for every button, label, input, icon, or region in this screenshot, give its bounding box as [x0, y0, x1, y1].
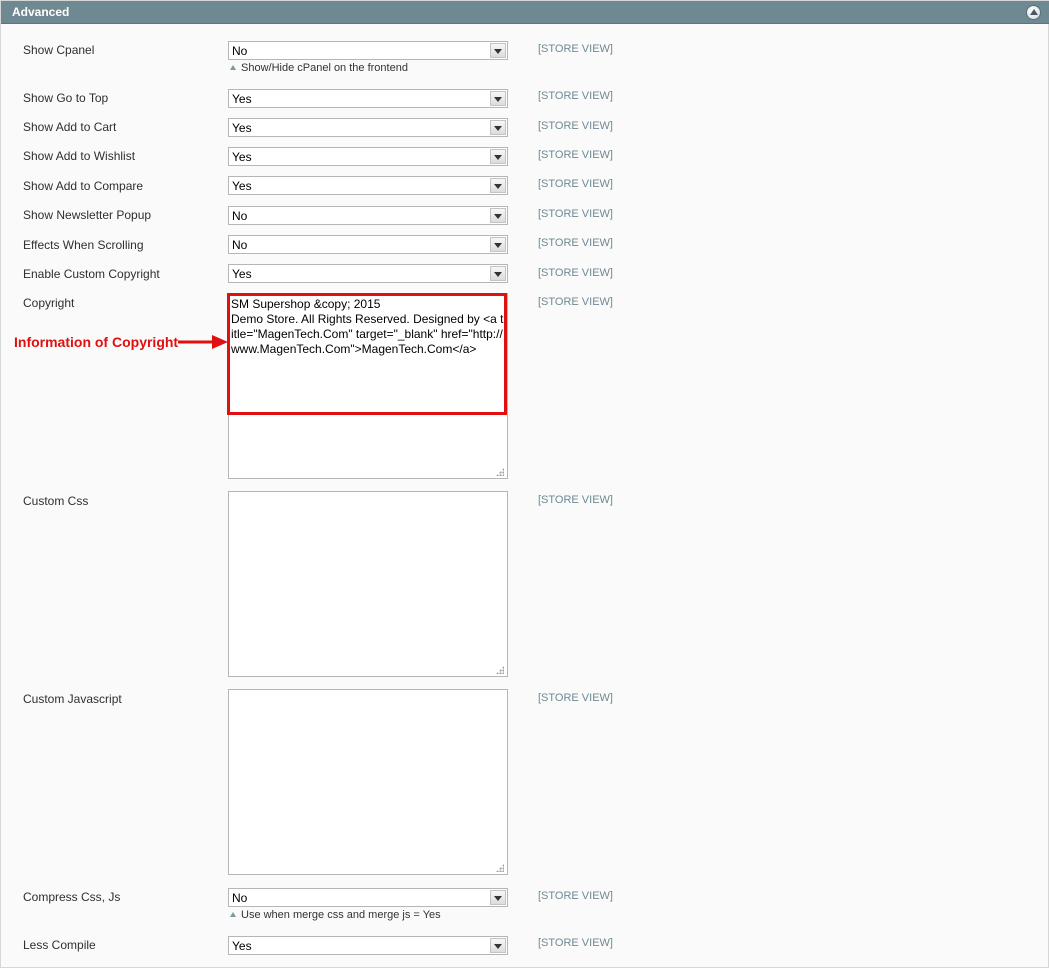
select-value: Yes — [232, 267, 252, 281]
scope-label: [STORE VIEW] — [538, 267, 613, 279]
show-add-to-cart-select[interactable]: Yes — [228, 118, 508, 137]
section-header[interactable]: Advanced — [1, 1, 1049, 24]
show-add-to-compare-label: Show Add to Compare — [23, 179, 144, 193]
compress-css-js-note: Use when merge css and merge js = Yes — [230, 909, 441, 921]
show-newsletter-popup-label: Show Newsletter Popup — [23, 208, 152, 222]
effects-when-scrolling-select[interactable]: No — [228, 235, 508, 254]
enable-custom-copyright-label: Enable Custom Copyright — [23, 267, 160, 281]
show-cpanel-note: Show/Hide cPanel on the frontend — [230, 62, 408, 74]
show-add-to-wishlist-label: Show Add to Wishlist — [23, 149, 136, 163]
scope-label: [STORE VIEW] — [538, 692, 613, 704]
enable-custom-copyright-select[interactable]: Yes — [228, 264, 508, 283]
resize-grip-icon[interactable] — [496, 468, 504, 476]
show-cpanel-select[interactable]: No — [228, 41, 508, 60]
note-text: Show/Hide cPanel on the frontend — [241, 62, 408, 74]
scope-label: [STORE VIEW] — [538, 494, 613, 506]
chevron-down-icon[interactable] — [490, 237, 506, 252]
select-value: Yes — [232, 179, 252, 193]
note-arrow-icon — [230, 912, 236, 917]
annotation-label: Information of Copyright — [14, 334, 179, 350]
scope-label: [STORE VIEW] — [538, 296, 613, 308]
resize-grip-icon[interactable] — [496, 666, 504, 674]
copyright-label: Copyright — [23, 296, 75, 310]
chevron-down-icon[interactable] — [490, 149, 506, 164]
scope-label: [STORE VIEW] — [538, 90, 613, 102]
less-compile-select[interactable]: Yes — [228, 936, 508, 955]
chevron-down-icon[interactable] — [490, 43, 506, 58]
chevron-down-icon[interactable] — [490, 91, 506, 106]
chevron-down-icon[interactable] — [490, 178, 506, 193]
scope-label: [STORE VIEW] — [538, 208, 613, 220]
custom-css-textarea[interactable] — [228, 491, 508, 677]
chevron-down-icon[interactable] — [490, 938, 506, 953]
advanced-config-panel: Advanced Show Cpanel No [STORE VIEW] Sho… — [0, 0, 1049, 968]
collapse-up-icon[interactable] — [1026, 5, 1041, 20]
chevron-down-icon[interactable] — [490, 120, 506, 135]
note-arrow-icon — [230, 65, 236, 70]
show-add-to-compare-select[interactable]: Yes — [228, 176, 508, 195]
select-value: No — [232, 238, 248, 252]
compress-css-js-label: Compress Css, Js — [23, 890, 121, 904]
select-value: No — [232, 891, 248, 905]
show-go-to-top-label: Show Go to Top — [23, 91, 109, 105]
chevron-down-icon[interactable] — [490, 208, 506, 223]
scope-label: [STORE VIEW] — [538, 120, 613, 132]
less-compile-label: Less Compile — [23, 938, 96, 952]
section-title: Advanced — [12, 5, 70, 19]
show-cpanel-label: Show Cpanel — [23, 43, 95, 57]
scope-label: [STORE VIEW] — [538, 178, 613, 190]
select-value: Yes — [232, 121, 252, 135]
effects-when-scrolling-label: Effects When Scrolling — [23, 238, 144, 252]
select-value: Yes — [232, 939, 252, 953]
show-newsletter-popup-select[interactable]: No — [228, 206, 508, 225]
custom-css-label: Custom Css — [23, 494, 89, 508]
select-value: Yes — [232, 92, 252, 106]
compress-css-js-select[interactable]: No — [228, 888, 508, 907]
chevron-down-icon[interactable] — [490, 890, 506, 905]
show-add-to-wishlist-select[interactable]: Yes — [228, 147, 508, 166]
note-text: Use when merge css and merge js = Yes — [241, 909, 441, 921]
show-go-to-top-select[interactable]: Yes — [228, 89, 508, 108]
custom-javascript-label: Custom Javascript — [23, 692, 122, 706]
chevron-down-icon[interactable] — [490, 266, 506, 281]
scope-label: [STORE VIEW] — [538, 237, 613, 249]
scope-label: [STORE VIEW] — [538, 890, 613, 902]
select-value: No — [232, 209, 248, 223]
copyright-highlight-box — [227, 293, 507, 415]
show-add-to-cart-label: Show Add to Cart — [23, 120, 117, 134]
custom-javascript-textarea[interactable] — [228, 689, 508, 875]
annotation-arrow-icon — [178, 335, 228, 349]
select-value: No — [232, 44, 248, 58]
scope-label: [STORE VIEW] — [538, 149, 613, 161]
resize-grip-icon[interactable] — [496, 864, 504, 872]
scope-label: [STORE VIEW] — [538, 43, 613, 55]
select-value: Yes — [232, 150, 252, 164]
scope-label: [STORE VIEW] — [538, 937, 613, 949]
